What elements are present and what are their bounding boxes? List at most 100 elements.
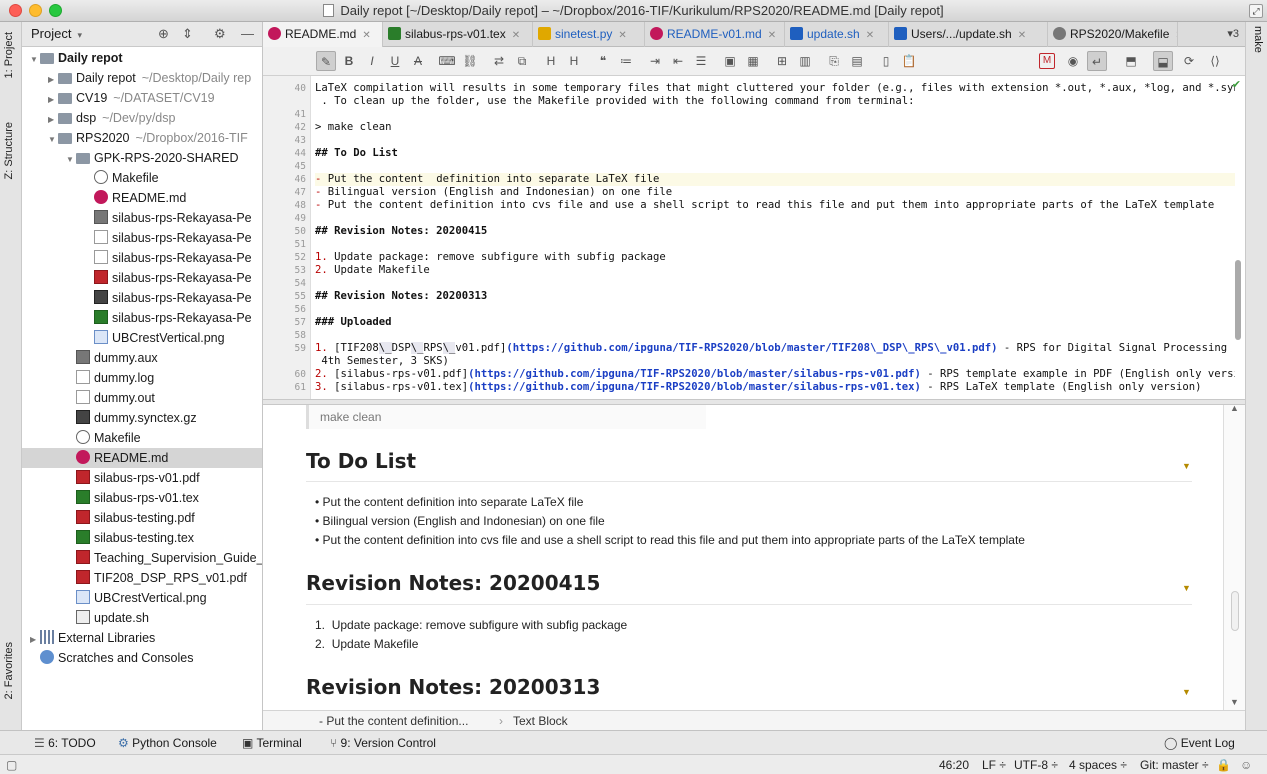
code-line[interactable]: - Bilingual version (English and Indones… [315, 186, 1235, 199]
tree-item[interactable]: Makefile [22, 428, 262, 448]
code-line[interactable]: 1. Update package: remove subfigure with… [315, 251, 1235, 264]
line-separator[interactable]: LF ÷ [982, 755, 1006, 774]
wrap-icon[interactable]: ↵ [1087, 51, 1107, 71]
collapse-all-icon[interactable]: ⇕ [182, 27, 193, 41]
page-icon[interactable]: ▤ [847, 51, 867, 71]
code-line[interactable]: ## Revision Notes: 20200415 [315, 225, 1235, 238]
tree-item[interactable]: README.md [22, 448, 262, 468]
collapse-arrow-icon[interactable]: ▶ [48, 70, 58, 88]
file-encoding[interactable]: UTF-8 ÷ [1014, 755, 1058, 774]
bold-icon[interactable]: B [339, 51, 359, 71]
toggle-panels-icon[interactable]: ▢ [6, 755, 17, 774]
tree-item[interactable]: dummy.synctex.gz [22, 408, 262, 428]
tree-item[interactable]: update.sh [22, 608, 262, 628]
link-icon[interactable]: ⛓ [460, 51, 480, 71]
tree-item[interactable]: silabus-rps-Rekayasa-Pe [22, 308, 262, 328]
swap-icon[interactable]: ⇄ [489, 51, 509, 71]
code-line[interactable]: ## Revision Notes: 20200313 [315, 290, 1235, 303]
hide-panel-icon[interactable]: — [241, 27, 254, 41]
eye-icon[interactable]: ◉ [1063, 51, 1083, 71]
tree-item[interactable]: silabus-testing.tex [22, 528, 262, 548]
code-line[interactable]: - Put the content definition into separa… [315, 173, 1235, 186]
locate-icon[interactable]: ⊕ [158, 27, 169, 41]
collapse-arrow-icon[interactable]: ▶ [48, 110, 58, 128]
editor-tab[interactable]: sinetest.py ✕ [533, 22, 645, 47]
breadcrumb-item[interactable]: - Put the content definition... [319, 711, 468, 731]
close-icon[interactable]: ✕ [768, 30, 776, 41]
link-ref-icon[interactable]: ⧉ [512, 51, 532, 71]
copy-icon[interactable]: ⎘ [824, 51, 844, 71]
close-icon[interactable]: ✕ [512, 30, 520, 41]
tool-tab-structure[interactable]: Z: Structure [3, 122, 15, 179]
scroll-up-icon[interactable]: ▲ [1230, 405, 1239, 413]
editor-tab[interactable]: update.sh ✕ [785, 22, 889, 47]
tree-item[interactable]: TIF208_DSP_RPS_v01.pdf [22, 568, 262, 588]
code-line[interactable]: 2. Update Makefile [315, 264, 1235, 277]
minimize-window-button[interactable] [29, 4, 42, 17]
tree-item[interactable]: ▼ RPS2020 ~/Dropbox/2016-TIF [22, 128, 262, 148]
tool-tab-event-log[interactable]: ◯ Event Log [1164, 731, 1235, 755]
tree-item[interactable]: README.md [22, 188, 262, 208]
markdown-mode-icon[interactable]: M [1039, 53, 1055, 69]
document-icon[interactable]: ▯ [876, 51, 896, 71]
code-line[interactable]: ### Uploaded [315, 316, 1235, 329]
close-icon[interactable]: ✕ [618, 30, 626, 41]
code-line[interactable]: 4th Semester, 3 SKS) [315, 355, 1235, 368]
tree-item[interactable]: ▶ Daily repot ~/Desktop/Daily rep [22, 68, 262, 88]
italic-icon[interactable]: I [362, 51, 382, 71]
lock-icon[interactable]: 🔒 [1216, 755, 1231, 774]
tree-item[interactable]: ▶ CV19 ~/DATASET/CV19 [22, 88, 262, 108]
strikethrough-icon[interactable]: A [408, 51, 428, 71]
tree-item[interactable]: silabus-rps-Rekayasa-Pe [22, 288, 262, 308]
collapse-arrow-icon[interactable]: ▼ [1182, 583, 1191, 593]
editor-tab[interactable]: README.md ✕ [263, 22, 383, 47]
code-line[interactable]: > make clean [315, 121, 1235, 134]
expand-arrow-icon[interactable]: ▼ [30, 50, 40, 68]
tool-tab-python-console[interactable]: ⚙ Python Console [118, 731, 217, 755]
tree-item[interactable]: silabus-rps-v01.tex [22, 488, 262, 508]
columns-icon[interactable]: ▥ [795, 51, 815, 71]
html-icon[interactable]: ⟨⟩ [1205, 51, 1225, 71]
sync-icon[interactable]: ⟳ [1179, 51, 1199, 71]
inspector-icon[interactable]: ☺ [1240, 755, 1252, 774]
code-icon[interactable]: ⌨ [437, 51, 457, 71]
heading-alt-icon[interactable]: H [564, 51, 584, 71]
tree-item[interactable]: dummy.aux [22, 348, 262, 368]
outdent-icon[interactable]: ⇤ [668, 51, 688, 71]
code-line[interactable]: ## To Do List [315, 147, 1235, 160]
expand-arrow-icon[interactable]: ▼ [48, 130, 58, 148]
split-horizontal-icon[interactable]: ⬒ [1121, 51, 1141, 71]
expand-arrow-icon[interactable]: ▼ [66, 150, 76, 168]
preview-scrollbar[interactable] [1231, 591, 1239, 631]
editor-tab[interactable]: silabus-rps-v01.tex ✕ [383, 22, 533, 47]
project-view-dropdown[interactable]: Project [31, 26, 71, 41]
tree-item[interactable]: silabus-rps-v01.pdf [22, 468, 262, 488]
tool-tab-project[interactable]: 1: Project [3, 32, 15, 78]
bullet-list-icon[interactable]: ☰ [691, 51, 711, 71]
indent-setting[interactable]: 4 spaces ÷ [1069, 755, 1127, 774]
editor-tab[interactable]: Users/.../update.sh ✕ [889, 22, 1048, 47]
close-icon[interactable]: ✕ [1018, 30, 1026, 41]
tool-tab-terminal[interactable]: ▣ Terminal [242, 731, 302, 755]
close-window-button[interactable] [9, 4, 22, 17]
close-icon[interactable]: ✕ [1175, 30, 1177, 41]
insert-icon[interactable]: ⊞ [772, 51, 792, 71]
breadcrumb-item[interactable]: Text Block [513, 711, 568, 731]
heading-icon[interactable]: H [541, 51, 561, 71]
tree-item[interactable]: silabus-testing.pdf [22, 508, 262, 528]
gear-icon[interactable]: ⚙ [214, 27, 226, 41]
close-icon[interactable]: ✕ [866, 30, 874, 41]
editor-scrollbar[interactable] [1235, 260, 1241, 340]
indent-icon[interactable]: ⇥ [645, 51, 665, 71]
tree-item[interactable]: ▶ dsp ~/Dev/py/dsp [22, 108, 262, 128]
quote-icon[interactable]: ❝ [593, 51, 613, 71]
git-branch[interactable]: Git: master ÷ [1140, 755, 1209, 774]
code-line[interactable]: . To clean up the folder, use the Makefi… [315, 95, 1235, 108]
tree-item[interactable]: silabus-rps-Rekayasa-Pe [22, 248, 262, 268]
code-line[interactable]: 3. [silabus-rps-v01.tex](https://github.… [315, 381, 1235, 394]
scroll-down-icon[interactable]: ▼ [1230, 697, 1239, 707]
table-icon[interactable]: ▦ [743, 51, 763, 71]
collapse-arrow-icon[interactable]: ▼ [1182, 461, 1191, 471]
collapse-arrow-icon[interactable]: ▶ [30, 630, 40, 648]
code-line[interactable]: - Put the content definition into cvs fi… [315, 199, 1235, 212]
